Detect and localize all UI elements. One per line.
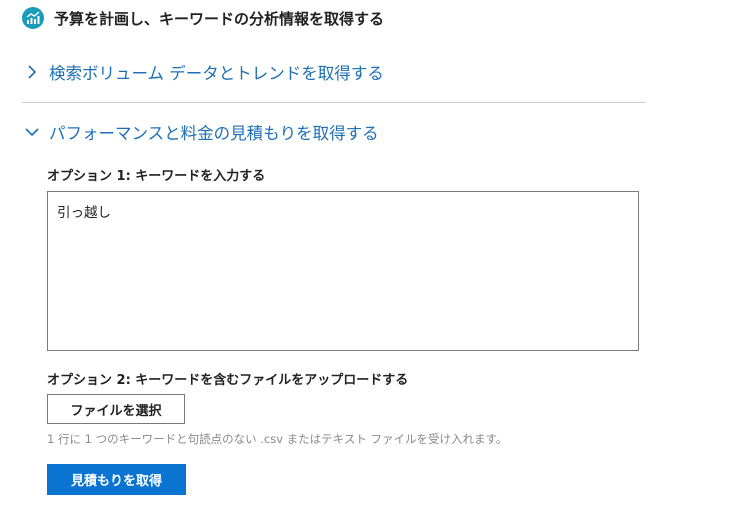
section-label: パフォーマンスと料金の見積もりを取得する	[49, 124, 379, 143]
page-header: 予算を計画し、キーワードの分析情報を取得する	[22, 7, 384, 29]
section-label: 検索ボリューム データとトレンドを取得する	[49, 64, 384, 83]
choose-file-button[interactable]: ファイルを選択	[47, 394, 185, 424]
option1-label: オプション 1: キーワードを入力する	[47, 169, 266, 184]
chevron-right-icon	[24, 64, 40, 80]
chevron-down-icon	[24, 124, 40, 140]
get-estimate-button[interactable]: 見積もりを取得	[47, 464, 186, 495]
chart-trend-icon	[22, 7, 44, 29]
keywords-textarea[interactable]: 引っ越し	[47, 191, 639, 351]
file-hint-text: 1 行に 1 つのキーワードと句読点のない .csv またはテキスト ファイルを…	[47, 432, 508, 446]
page-title: 予算を計画し、キーワードの分析情報を取得する	[54, 9, 385, 28]
keywords-value: 引っ越し	[57, 205, 111, 221]
section-search-volume[interactable]: 検索ボリューム データとトレンドを取得する	[24, 59, 384, 85]
option2-label: オプション 2: キーワードを含むファイルをアップロードする	[47, 373, 409, 388]
section-divider	[22, 102, 646, 103]
section-performance-estimate[interactable]: パフォーマンスと料金の見積もりを取得する	[24, 119, 379, 145]
